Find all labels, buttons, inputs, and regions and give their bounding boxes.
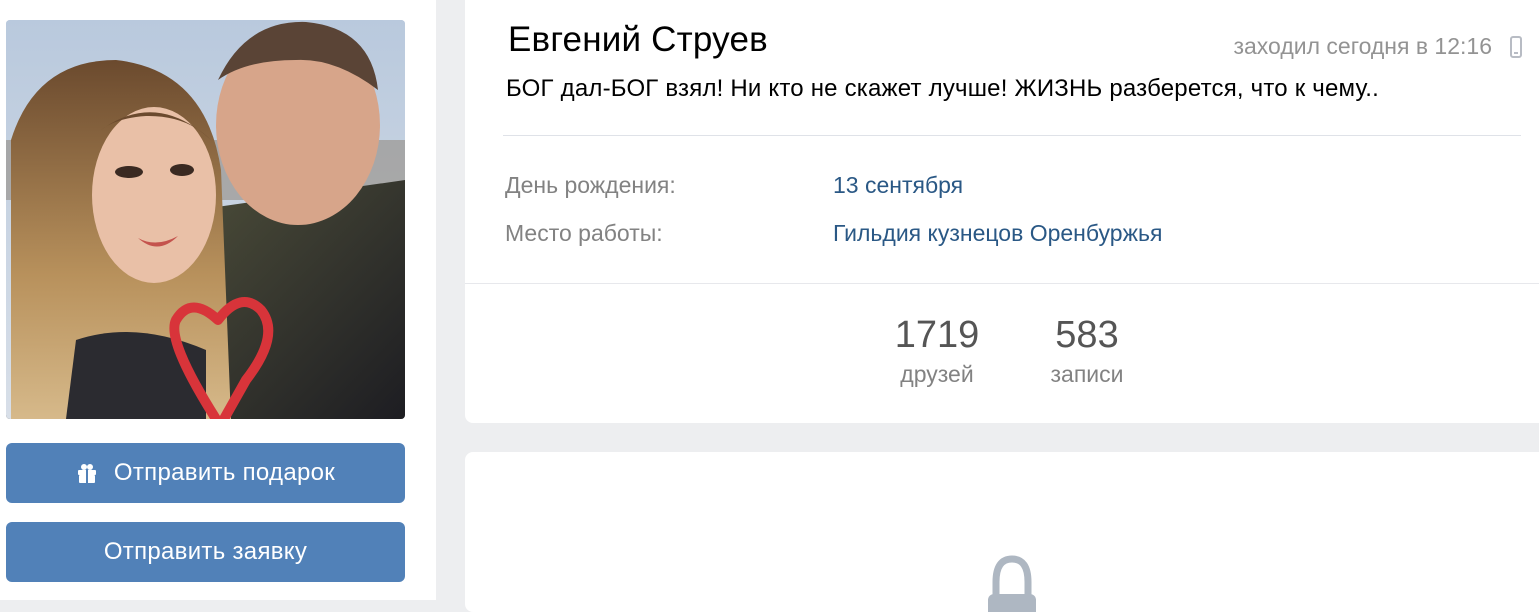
posts-count: 583 xyxy=(1055,314,1119,356)
send-request-label: Отправить заявку xyxy=(103,538,308,565)
profile-name: Евгений Струев xyxy=(508,20,768,59)
profile-info-card: Евгений Струев заходил сегодня в 12:16 Б… xyxy=(465,0,1539,423)
posts-label: записи xyxy=(1050,361,1124,387)
workplace-link[interactable]: Гильдия кузнецов Оренбуржья xyxy=(833,220,1162,247)
mobile-phone-icon xyxy=(1510,36,1522,58)
posts-counter[interactable]: 583 записи xyxy=(1017,313,1157,388)
birthday-link[interactable]: 13 сентября xyxy=(833,172,963,199)
friends-label: друзей xyxy=(900,361,974,387)
profile-status: БОГ дал-БОГ взял! Ни кто не скажет лучше… xyxy=(506,75,1380,102)
private-profile-card xyxy=(465,452,1539,612)
profile-photo[interactable] xyxy=(6,20,405,419)
friends-count: 1719 xyxy=(894,314,980,356)
divider xyxy=(465,283,1539,284)
gift-icon xyxy=(77,464,96,483)
send-gift-label: Отправить подарок xyxy=(113,459,336,486)
send-request-button[interactable]: Отправить заявку xyxy=(6,522,405,582)
birthday-label: День рождения: xyxy=(505,172,676,198)
profile-photo-image xyxy=(6,20,405,419)
divider xyxy=(503,135,1521,136)
workplace-label: Место работы: xyxy=(505,220,663,246)
left-column: Отправить подарок Отправить заявку xyxy=(0,0,436,600)
friends-counter[interactable]: 1719 друзей xyxy=(867,313,1007,388)
send-gift-button[interactable]: Отправить подарок xyxy=(6,443,405,503)
last-seen-text: заходил сегодня в 12:16 xyxy=(1233,33,1492,59)
lock-icon xyxy=(988,555,1036,612)
